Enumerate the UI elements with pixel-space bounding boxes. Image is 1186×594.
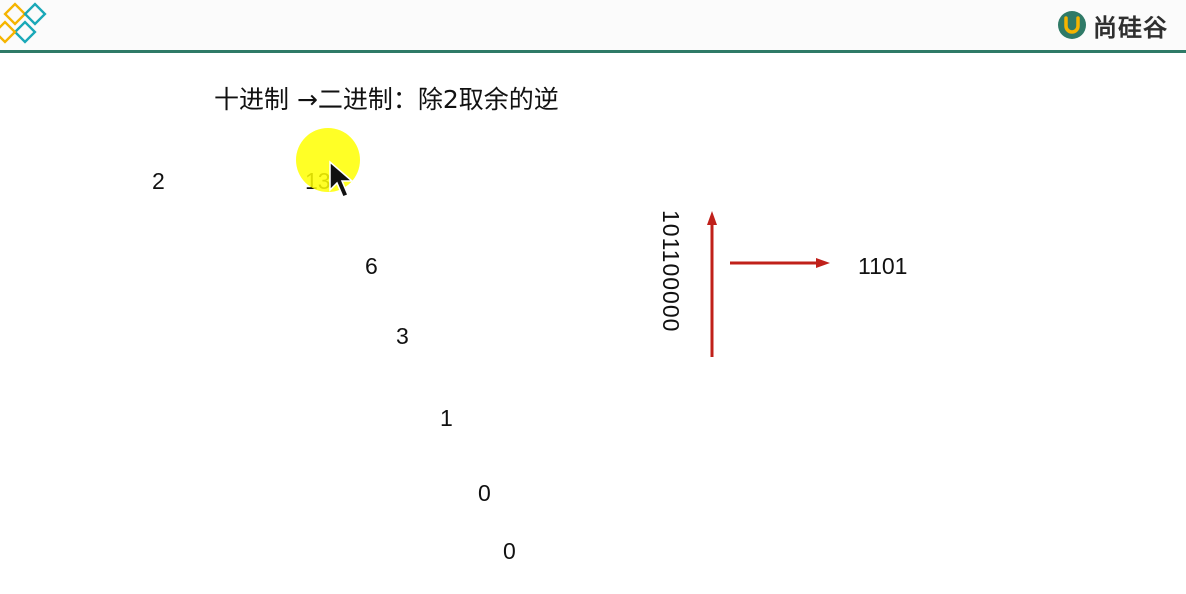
divisor: 2: [152, 168, 165, 194]
result-arrows: [707, 211, 830, 357]
slide-title: 十进制 →二进制：除2取余的逆: [214, 85, 559, 114]
quotient-6: 0: [503, 538, 516, 564]
slide-header: 尚硅谷: [0, 0, 1186, 53]
cursor-highlight: [296, 128, 360, 198]
u-logo-icon: [1058, 11, 1086, 39]
slide: 尚硅谷 十进制 →二进制：除2取余的逆 2 13 6 3 1 0 0 10110…: [0, 0, 1186, 594]
quotient-3: 3: [396, 323, 409, 349]
brand: 尚硅谷: [1057, 8, 1168, 42]
brand-name: 尚硅谷: [1093, 13, 1168, 42]
right-arrow-icon: [816, 258, 830, 268]
up-arrow-icon: [707, 211, 717, 225]
quotient-2: 6: [365, 253, 378, 279]
final-binary: 1101: [858, 253, 908, 279]
quotient-4: 1: [440, 405, 453, 431]
quotient-5: 0: [478, 480, 491, 506]
header-divider: [0, 50, 1186, 53]
diamond-logo-icon: [0, 2, 47, 44]
vertical-binary-sequence: 101100000: [658, 210, 684, 333]
